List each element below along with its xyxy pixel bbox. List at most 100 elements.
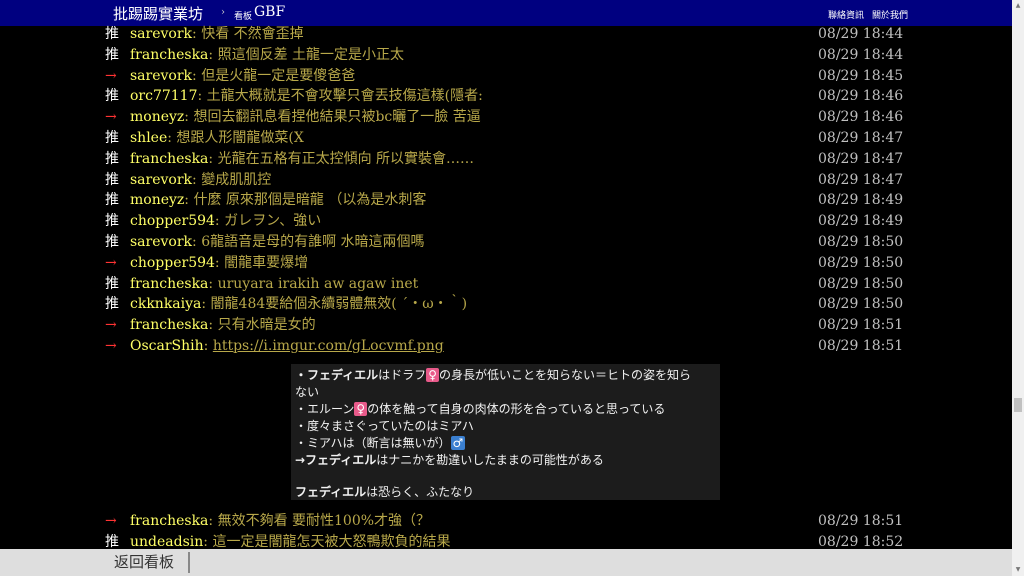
scrollbar-thumb[interactable] [1014, 398, 1022, 412]
push-body: orc77117: 土龍大概就是不會攻擊只會丟技傷這樣(隱者: [130, 86, 483, 107]
push-user: francheska [130, 46, 209, 63]
push-row: → moneyz: 想回去翻訊息看捏他結果只被bc曬了一臉 苦逼 08/29 18:… [0, 107, 1012, 128]
push-row: → sarevork: 但是火龍一定是要傻爸爸 08/29 18:45 [0, 66, 1012, 87]
push-time: 08/29 18:51 [818, 513, 904, 529]
push-time: 08/29 18:47 [818, 130, 904, 146]
breadcrumb-separator: › [221, 7, 225, 18]
push-body: francheska: 無效不夠看 要耐性100%才強（？ [130, 511, 430, 532]
site-brand-link[interactable]: 批踢踢實業坊 [113, 3, 203, 24]
push-time: 08/29 18:47 [818, 171, 904, 188]
board-link[interactable]: GBF [254, 4, 285, 20]
push-row: → OscarShih: https://i.imgur.com/gLocvmf.… [0, 336, 1012, 357]
push-body: sarevork: 6龍語音是母的有誰啊 水暗這兩個嗎 [130, 232, 425, 253]
push-content: : 無效不夠看 要耐性100%才強（？ [208, 513, 431, 529]
image-text-line: ・フェディエルはドラフ ♀ の身長が低いことを知らない＝ヒトの姿を知ら [295, 368, 691, 382]
scroll-down-icon[interactable]: ▼ [1014, 566, 1022, 574]
push-content: : 快看 不然會歪掉 [192, 26, 304, 42]
push-content: : 照這個反差 土龍一定是小正太 [208, 46, 405, 63]
image-text-line: ・ミアハは（断言は無いが） ♂ [295, 436, 466, 450]
push-time: 08/29 18:50 [818, 296, 904, 313]
push-time: 08/29 18:49 [818, 192, 904, 209]
image-text-line: ない [295, 385, 320, 399]
push-row: 推 ckknkaiya: 闇龍484要給個永續弱體無效( ´・ω・｀) 08/29 … [0, 294, 1012, 315]
push-time: 08/29 18:50 [818, 234, 904, 250]
push-user: undeadsin [130, 534, 204, 550]
push-body: sarevork: 但是火龍一定是要傻爸爸 [130, 66, 355, 87]
arrow-tag: → [105, 109, 117, 126]
push-user: sarevork [130, 171, 193, 188]
push-body: francheska: 光龍在五格有正太控傾向 所以實裝會…… [130, 149, 474, 170]
push-body: francheska: uruyara irakih aw agaw inet [130, 274, 418, 295]
push-user: shlee [130, 130, 168, 146]
push-user: francheska [130, 513, 209, 529]
top-nav-bar: 批踢踢實業坊 › 看板 GBF 聯絡資訊 關於我們 [0, 0, 1012, 26]
push-user: sarevork [130, 26, 193, 42]
image-text-line: フェディエルは恐らく、ふたなり [295, 485, 475, 499]
push-tag: 推 [105, 150, 119, 167]
push-row: → francheska: 無效不夠看 要耐性100%才強（？ 08/29 18:5… [0, 511, 1012, 532]
push-tag: 推 [105, 130, 119, 146]
push-tag: 推 [105, 26, 119, 42]
push-content: : 光龍在五格有正太控傾向 所以實裝會…… [208, 150, 475, 167]
push-content: : 這一定是闇龍怎天被大怒鴨欺負的結果 [203, 534, 451, 550]
push-body: chopper594: 闇龍車要爆增 [130, 253, 308, 274]
scroll-up-icon[interactable]: ▲ [1014, 2, 1022, 10]
push-time: 08/29 18:49 [818, 213, 904, 230]
push-body: OscarShih: https://i.imgur.com/gLocvmf.p… [130, 336, 444, 357]
bottom-bar: 返回看板 [0, 549, 1012, 576]
push-body: shlee: 想跟人形闇龍做菜(X [130, 128, 304, 149]
arrow-tag: → [105, 67, 117, 84]
push-user: chopper594 [130, 254, 215, 271]
push-row: 推 francheska: 照這個反差 土龍一定是小正太 08/29 18:44 [0, 45, 1012, 66]
contact-link[interactable]: 聯絡資訊 [828, 11, 864, 21]
push-content: : 6龍語音是母的有誰啊 水暗這兩個嗎 [192, 234, 425, 250]
push-content: : 土龍大概就是不會攻擊只會丟技傷這樣(隱者: [197, 88, 483, 105]
push-time: 08/29 18:44 [818, 26, 904, 42]
push-content: : 想回去翻訊息看捏他結果只被bc曬了一臉 苦逼 [184, 109, 481, 126]
push-user: moneyz [130, 192, 185, 209]
image-link[interactable]: https://i.imgur.com/gLocvmf.png [213, 338, 444, 354]
top-links: 聯絡資訊 關於我們 [828, 8, 916, 21]
push-row: 推 francheska: uruyara irakih aw agaw inet… [0, 274, 1012, 295]
push-content: : 闇龍484要給個永續弱體無效( ´・ω・｀) [201, 296, 468, 313]
push-body: sarevork: 快看 不然會歪掉 [130, 24, 304, 45]
push-content: : ガレヲン、強い [214, 213, 322, 230]
push-row: 推 shlee: 想跟人形闇龍做菜(X 08/29 18:47 [0, 128, 1012, 149]
push-row: 推 chopper594: ガレヲン、強い 08/29 18:49 [0, 211, 1012, 232]
push-user: OscarShih [130, 338, 204, 354]
about-link[interactable]: 關於我們 [872, 11, 908, 21]
push-time: 08/29 18:46 [818, 88, 904, 105]
push-row: 推 sarevork: 快看 不然會歪掉 08/29 18:44 [0, 24, 1012, 45]
back-to-board-button[interactable]: 返回看板 [110, 552, 190, 573]
push-tag: 推 [105, 192, 119, 209]
push-content: : 什麼 原來那個是暗龍 （以為是水刺客 [184, 192, 427, 209]
image-text-line: ・エルーン ♀ の体を触って自身の肉体の形を合っていると思っている [295, 402, 666, 416]
push-row: 推 orc77117: 土龍大概就是不會攻擊只會丟技傷這樣(隱者: 08/29 18… [0, 86, 1012, 107]
push-user: ckknkaiya [130, 296, 202, 313]
scrollbar[interactable]: ▲ ▼ [1012, 0, 1024, 576]
board-prefix-label: 看板 [234, 12, 253, 22]
push-row: → francheska: 只有水暗是女的 08/29 18:51 [0, 315, 1012, 336]
push-user: francheska [130, 150, 209, 167]
push-time: 08/29 18:46 [818, 109, 904, 126]
push-user: francheska [130, 317, 209, 334]
push-body: moneyz: 什麼 原來那個是暗龍 （以為是水刺客 [130, 190, 426, 211]
push-row: 推 sarevork: 6龍語音是母的有誰啊 水暗這兩個嗎 08/29 18:50 [0, 232, 1012, 253]
push-row: 推 francheska: 光龍在五格有正太控傾向 所以實裝會…… 08/29 18… [0, 149, 1012, 170]
push-content: : 想跟人形闇龍做菜(X [167, 130, 304, 146]
push-tag: 推 [105, 46, 119, 63]
push-body: francheska: 只有水暗是女的 [130, 315, 316, 336]
push-body: moneyz: 想回去翻訊息看捏他結果只被bc曬了一臉 苦逼 [130, 107, 481, 128]
male-symbol-icon: ♂ [450, 436, 466, 450]
arrow-tag: → [105, 338, 117, 354]
push-tag: 推 [105, 234, 119, 250]
push-content: : 只有水暗是女的 [208, 317, 316, 334]
arrow-tag: → [105, 254, 117, 271]
push-user: moneyz [130, 109, 185, 126]
push-body: francheska: 照這個反差 土龍一定是小正太 [130, 45, 404, 66]
push-user: sarevork [130, 67, 193, 84]
push-content: : 但是火龍一定是要傻爸爸 [192, 67, 356, 84]
push-body: chopper594: ガレヲン、強い [130, 211, 321, 232]
push-time: 08/29 18:51 [818, 317, 904, 334]
push-tag: 推 [105, 296, 119, 313]
